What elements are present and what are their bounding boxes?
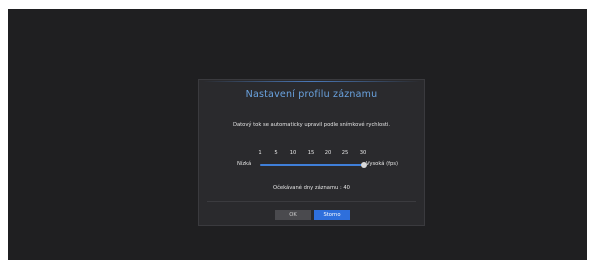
expected-recording-days: Očekávané dny záznamu : 40 (273, 185, 350, 191)
slider-low-label: Nízká (237, 161, 252, 167)
fps-tick: 10 (289, 150, 297, 156)
dialog-title: Nastavení profilu záznamu (245, 89, 378, 100)
recording-profile-dialog: Nastavení profilu záznamu Datový tok se … (198, 79, 425, 226)
fps-tick: 30 (359, 150, 367, 156)
fps-tick: 25 (341, 150, 349, 156)
fps-tick: 15 (307, 150, 315, 156)
info-message: Datový tok se automaticky upravil podle … (232, 122, 391, 128)
fps-tick: 20 (324, 150, 332, 156)
title-accent-line (203, 81, 420, 82)
fps-tick: 1 (258, 150, 262, 156)
button-separator (207, 201, 416, 202)
fps-tick: 5 (274, 150, 278, 156)
screen-background: Nastavení profilu záznamu Datový tok se … (8, 9, 587, 260)
ok-button[interactable]: OK (275, 210, 311, 220)
fps-tick-labels: 1 5 10 15 20 25 30 (199, 150, 424, 158)
fps-slider-track[interactable] (260, 164, 364, 166)
slider-high-label: Vysoká (fps) (366, 161, 398, 167)
cancel-button[interactable]: Storno (314, 210, 350, 220)
